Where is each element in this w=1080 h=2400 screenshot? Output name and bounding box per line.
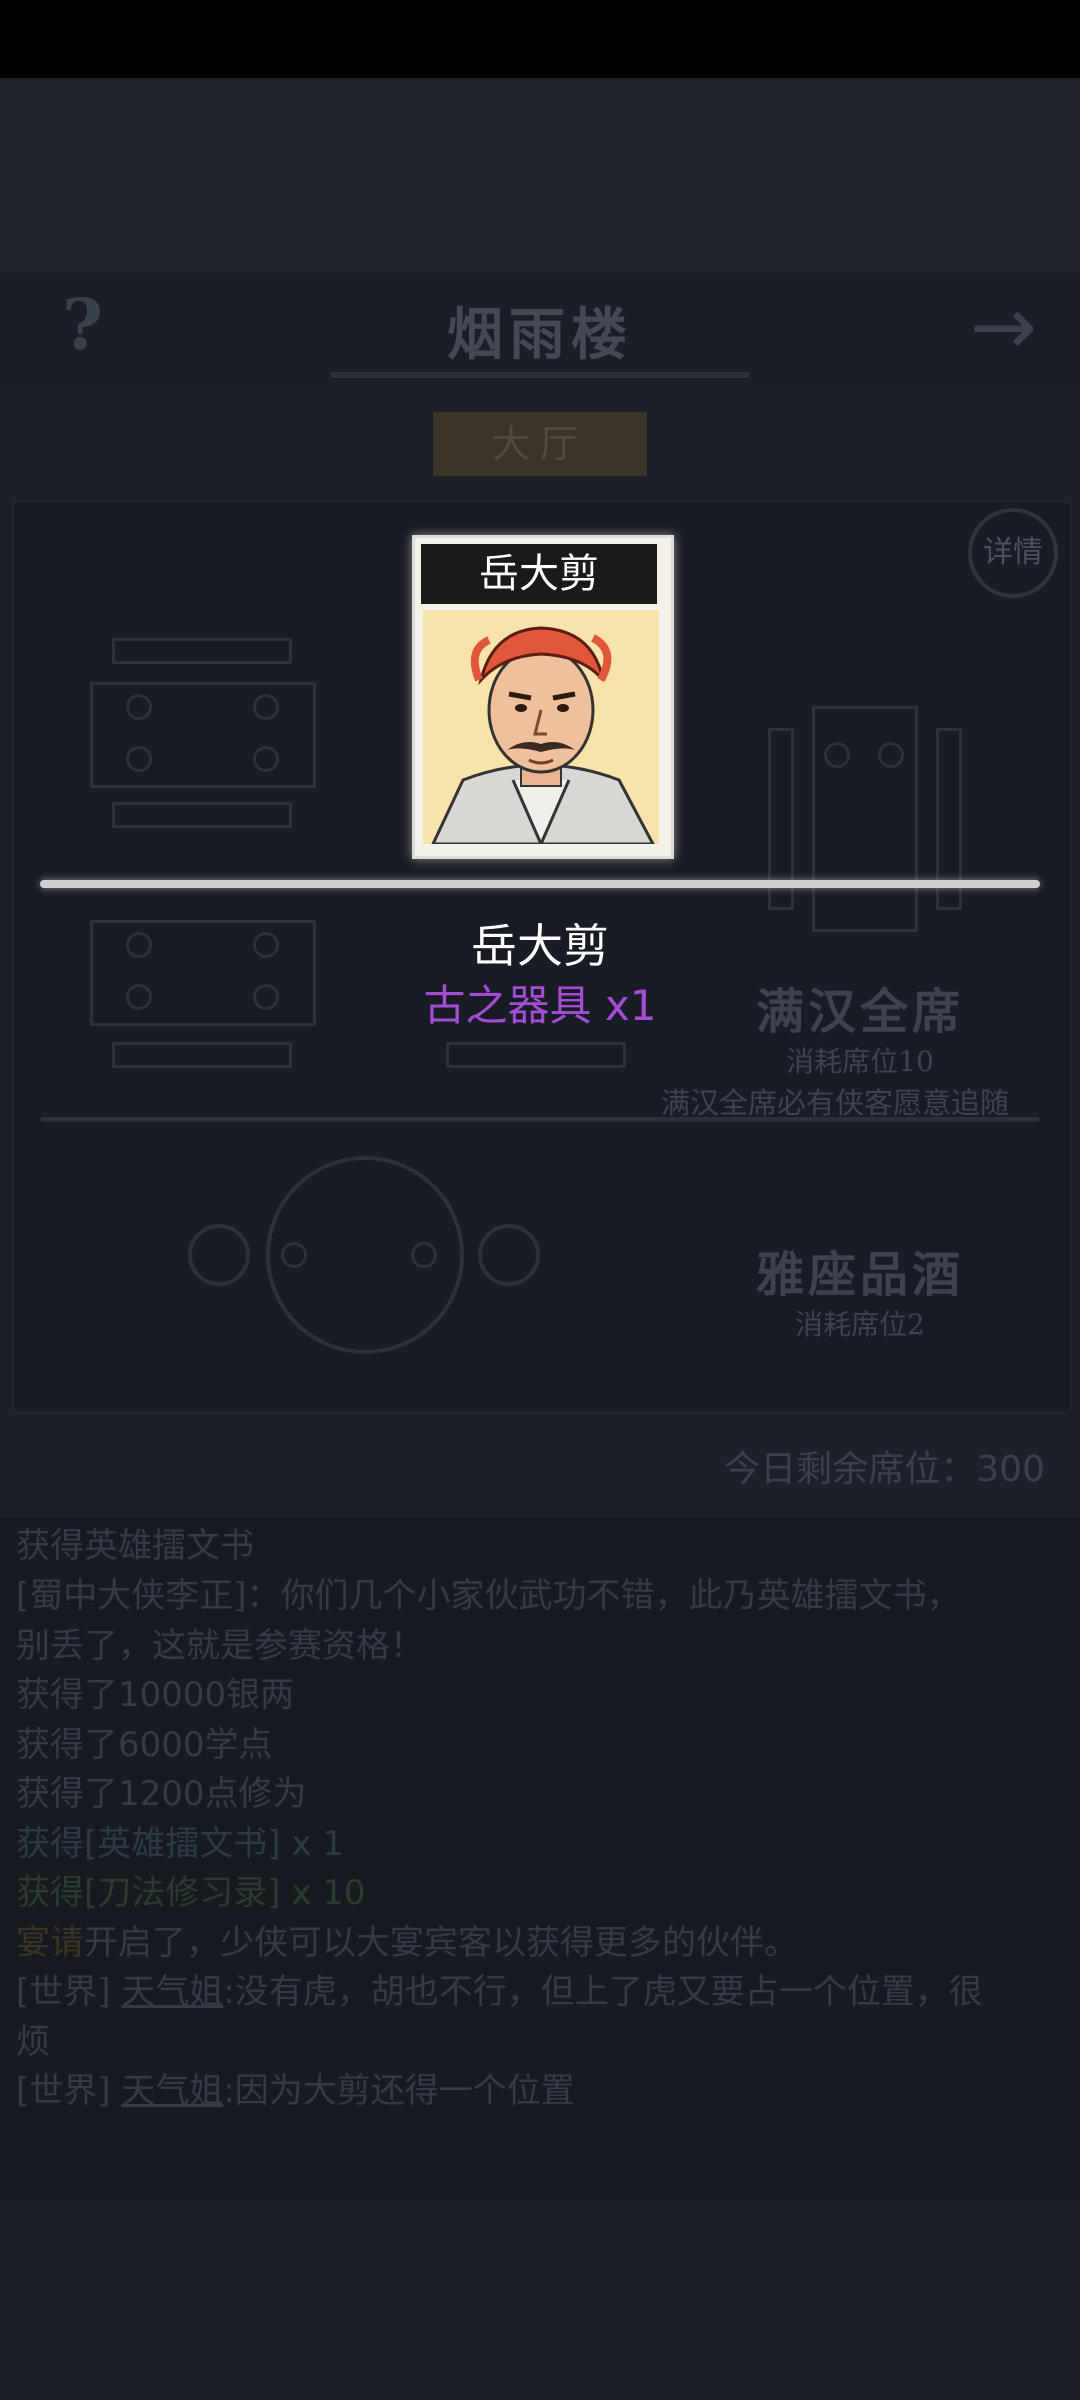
portrait-illustration bbox=[423, 610, 659, 844]
bench-shape bbox=[446, 1042, 626, 1068]
tab-hall[interactable]: 大厅 bbox=[433, 412, 647, 476]
reward-divider bbox=[40, 880, 1040, 888]
seat-dot bbox=[126, 746, 152, 772]
upper-blank-area bbox=[0, 78, 1080, 278]
details-button[interactable]: 详情 bbox=[968, 508, 1058, 598]
log-line: [世界] 天气姐:没有虎，胡也不行，但上了虎又要占一个位置，很 bbox=[16, 1972, 983, 2012]
seat-dot bbox=[253, 694, 279, 720]
stool-shape bbox=[478, 1224, 540, 1286]
wine-option-cost: 消耗席位2 bbox=[795, 1308, 925, 1341]
card-name: 岳大剪 bbox=[421, 544, 657, 604]
log-line: 别丢了，这就是参赛资格！ bbox=[16, 1626, 424, 1666]
seats-remaining-label: 今日剩余席位：300 bbox=[724, 1449, 1045, 1490]
seat-dot bbox=[281, 1242, 307, 1268]
seat-dot bbox=[878, 742, 904, 768]
table-shape bbox=[90, 920, 316, 1026]
log-line: 获得了6000学点 bbox=[16, 1725, 273, 1765]
log-line: 获得了10000银两 bbox=[16, 1675, 295, 1715]
title-underline bbox=[330, 372, 750, 378]
feast-option-description: 满汉全席必有侠客愿意追随 bbox=[660, 1086, 1009, 1120]
bench-shape bbox=[112, 638, 292, 664]
reward-item-label: 古之器具 x1 bbox=[423, 981, 657, 1030]
wine-option-title[interactable]: 雅座品酒 bbox=[700, 1235, 1020, 1305]
table-shape bbox=[812, 706, 918, 932]
chat-user-link[interactable]: 天气姐 bbox=[121, 1972, 223, 2012]
event-log[interactable]: 获得英雄擂文书 [蜀中大侠李正]：你们几个小家伙武功不错，此乃英雄擂文书， 别丢… bbox=[0, 1518, 1080, 2200]
next-arrow-icon[interactable]: → bbox=[970, 280, 1037, 373]
stool-shape bbox=[188, 1224, 250, 1286]
log-line: 获得[刀法修习录] x 10 bbox=[16, 1873, 366, 1913]
seat-dot bbox=[126, 932, 152, 958]
page-title: 烟雨楼 bbox=[447, 302, 633, 368]
reward-character-name: 岳大剪 bbox=[471, 919, 609, 973]
seat-dot bbox=[126, 984, 152, 1010]
seat-dot bbox=[411, 1242, 437, 1268]
table-shape bbox=[90, 682, 316, 788]
log-line: [世界] 天气姐:因为大剪还得一个位置 bbox=[16, 2071, 575, 2111]
log-line: 获得了1200点修为 bbox=[16, 1774, 307, 1814]
log-line: 获得英雄擂文书 bbox=[16, 1526, 254, 1566]
seat-dot bbox=[253, 746, 279, 772]
log-line: [蜀中大侠李正]：你们几个小家伙武功不错，此乃英雄擂文书， bbox=[16, 1576, 961, 1616]
help-icon[interactable]: ? bbox=[62, 283, 103, 366]
log-prefix: 宴请 bbox=[16, 1923, 84, 1963]
bench-shape bbox=[112, 1042, 292, 1068]
status-bar bbox=[0, 0, 1080, 78]
seat-dot bbox=[253, 984, 279, 1010]
feast-option-cost: 消耗席位10 bbox=[786, 1045, 934, 1078]
log-line: 获得[英雄擂文书] x 1 bbox=[16, 1824, 344, 1864]
seat-dot bbox=[126, 694, 152, 720]
chat-user-link[interactable]: 天气姐 bbox=[121, 2071, 223, 2111]
seat-dot bbox=[253, 932, 279, 958]
log-line: 宴请开启了，少侠可以大宴宾客以获得更多的伙伴。 bbox=[16, 1923, 798, 1963]
character-portrait bbox=[423, 610, 659, 844]
log-line: 烦 bbox=[16, 2022, 50, 2062]
feast-option-title[interactable]: 满汉全席 bbox=[700, 972, 1020, 1042]
companion-card[interactable]: 岳大剪 bbox=[412, 535, 674, 859]
seat-dot bbox=[824, 742, 850, 768]
bench-shape bbox=[112, 802, 292, 828]
